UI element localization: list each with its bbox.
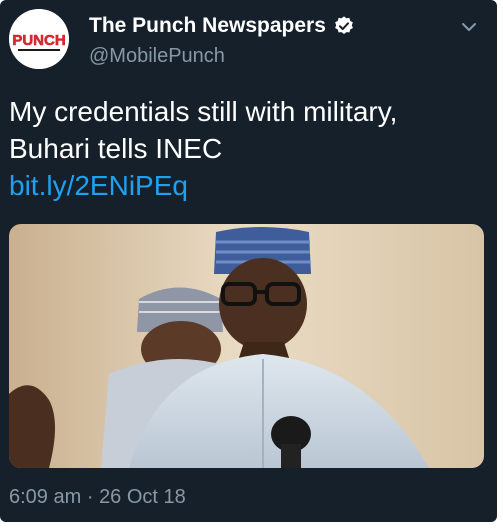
author-name-row[interactable]: The Punch Newspapers [89, 14, 355, 38]
tweet-timestamp[interactable]: 6:09 am · 26 Oct 18 [9, 486, 186, 509]
svg-text:PUNCH: PUNCH [12, 32, 65, 49]
tweet-text-line: My credentials still with military, [9, 96, 398, 127]
tweet-text-line: Buhari tells INEC [9, 133, 223, 164]
tweet-time: 6:09 am [9, 486, 82, 508]
tweet-media-photo[interactable] [9, 224, 484, 468]
tweet-date: 26 Oct 18 [99, 486, 186, 508]
tweet-link[interactable]: bit.ly/2ENiPEq [9, 170, 188, 202]
tweet-card: PUNCH The Punch Newspapers @MobilePunch … [0, 0, 497, 522]
avatar[interactable]: PUNCH [9, 9, 69, 69]
verified-badge-icon [335, 16, 353, 34]
author-handle[interactable]: @MobilePunch [89, 45, 225, 68]
tweet-text: My credentials still with military, Buha… [9, 93, 489, 167]
punch-logo: PUNCH [9, 9, 69, 69]
chevron-down-icon[interactable] [460, 18, 478, 36]
timestamp-separator: · [86, 486, 94, 508]
author-display-name[interactable]: The Punch Newspapers [89, 14, 326, 38]
photo-illustration [9, 224, 484, 468]
